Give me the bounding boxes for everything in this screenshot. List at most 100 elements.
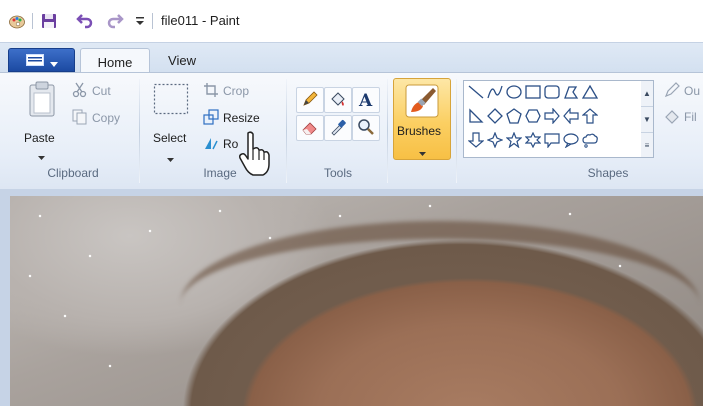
six-point-star-shape[interactable] — [524, 131, 542, 151]
brushes-label: Brushes — [397, 124, 442, 138]
eyedropper-icon — [329, 118, 347, 139]
file-menu-arrow-icon — [49, 57, 58, 67]
canvas-image[interactable] — [10, 196, 703, 406]
pentagon-icon — [506, 107, 522, 127]
select-label: Select — [153, 131, 187, 145]
color-picker-tool[interactable] — [324, 115, 352, 141]
crop-label: Crop — [223, 84, 250, 98]
line-shape[interactable] — [467, 84, 485, 102]
fill-icon — [664, 108, 680, 127]
copy-button[interactable]: Copy — [72, 108, 120, 128]
pentagon-shape[interactable] — [505, 107, 523, 127]
rectangle-icon — [525, 84, 541, 103]
copy-label: Copy — [92, 111, 121, 125]
shapes-group-label: Shapes — [587, 166, 629, 180]
four-point-star-shape[interactable] — [486, 130, 504, 151]
gallery-more-icon[interactable]: ≡ — [641, 133, 653, 158]
group-divider — [139, 79, 140, 183]
up-arrow-shape[interactable] — [581, 107, 599, 126]
polygon-icon — [563, 84, 579, 103]
triangle-shape[interactable] — [581, 84, 599, 102]
curve-shape[interactable] — [486, 84, 504, 102]
brushes-button[interactable]: Brushes — [393, 78, 451, 160]
clipboard-icon — [28, 81, 56, 120]
outline-button[interactable]: Ou — [664, 81, 700, 101]
magnifier-icon — [357, 118, 375, 139]
tools-group-label: Tools — [323, 166, 352, 180]
curve-icon — [487, 84, 503, 103]
five-point-star-shape[interactable] — [505, 130, 523, 150]
crop-button[interactable]: Crop — [203, 81, 249, 101]
fill-button[interactable]: Fil — [664, 107, 697, 127]
ribbon-home: Paste Cut Copy Clipboard Select Crop Res… — [0, 72, 703, 190]
tab-home[interactable]: Home — [80, 48, 150, 75]
group-divider — [286, 79, 287, 183]
hand-pointer-cursor-icon — [236, 131, 276, 177]
outline-icon — [664, 81, 680, 101]
right-triangle-icon — [468, 107, 484, 127]
down-arrow-icon — [467, 131, 485, 151]
oval-callout-icon — [563, 132, 579, 151]
file-menu-icon — [25, 54, 44, 66]
six-point-star-icon — [524, 131, 542, 151]
rect-callout-shape[interactable] — [543, 132, 561, 150]
rotate-icon — [203, 135, 219, 154]
text-tool[interactable]: A — [352, 87, 380, 113]
diamond-shape[interactable] — [486, 107, 504, 127]
left-arrow-icon — [563, 106, 579, 127]
group-divider — [387, 79, 388, 183]
selection-rectangle-icon — [153, 83, 189, 118]
rectangle-shape[interactable] — [524, 84, 542, 102]
cloud-callout-shape[interactable] — [581, 132, 599, 150]
scroll-down-icon[interactable]: ▼ — [641, 107, 653, 133]
rounded-rectangle-icon — [544, 84, 560, 103]
paint-app-icon[interactable] — [8, 12, 26, 30]
fill-tool[interactable] — [324, 87, 352, 113]
paint-window: file011 - Paint Home View Paste Cut Copy… — [0, 0, 703, 406]
copy-icon — [72, 109, 88, 128]
shapes-scroll[interactable]: ▲ ▼ ≡ — [641, 80, 654, 158]
brush-icon — [405, 84, 439, 121]
oval-shape[interactable] — [505, 84, 523, 102]
oval-callout-shape[interactable] — [562, 132, 580, 150]
paste-label: Paste — [24, 131, 55, 145]
diamond-icon — [487, 107, 503, 127]
canvas-area[interactable] — [0, 189, 703, 406]
line-icon — [468, 84, 484, 103]
file-menu-button[interactable] — [8, 48, 75, 72]
customize-dropdown-icon[interactable] — [134, 14, 146, 28]
resize-button[interactable]: Resize — [203, 108, 260, 128]
title-bar: file011 - Paint — [0, 0, 703, 42]
save-icon[interactable] — [40, 12, 58, 30]
right-triangle-shape[interactable] — [467, 107, 485, 127]
svg-text:A: A — [358, 91, 373, 108]
undo-icon[interactable] — [76, 12, 94, 30]
scroll-up-icon[interactable]: ▲ — [641, 81, 653, 107]
rotate-button[interactable]: Ro — [203, 134, 238, 154]
hexagon-icon — [525, 108, 541, 127]
paste-button[interactable]: Paste — [22, 79, 62, 160]
paste-dropdown-icon — [38, 149, 45, 163]
shapes-gallery[interactable] — [463, 80, 643, 158]
cut-label: Cut — [92, 84, 111, 98]
right-arrow-shape[interactable] — [543, 106, 561, 126]
left-arrow-shape[interactable] — [562, 106, 580, 127]
paint-bucket-icon — [329, 90, 347, 111]
select-button[interactable]: Select — [150, 79, 192, 162]
magnifier-tool[interactable] — [352, 115, 380, 141]
four-point-star-icon — [486, 130, 504, 151]
triangle-icon — [581, 84, 599, 103]
rounded-rectangle-shape[interactable] — [543, 84, 561, 102]
text-a-icon: A — [357, 90, 375, 111]
pencil-tool[interactable] — [296, 87, 324, 113]
outline-label: Ou — [684, 84, 701, 98]
hexagon-shape[interactable] — [524, 108, 542, 126]
cut-button[interactable]: Cut — [72, 81, 111, 101]
eraser-tool[interactable] — [296, 115, 324, 141]
tab-view[interactable]: View — [152, 47, 212, 73]
clipboard-group-label: Clipboard — [47, 166, 99, 180]
group-divider — [456, 79, 457, 183]
polygon-shape[interactable] — [562, 84, 580, 102]
down-arrow-shape[interactable] — [467, 131, 485, 151]
redo-icon[interactable] — [106, 12, 124, 30]
